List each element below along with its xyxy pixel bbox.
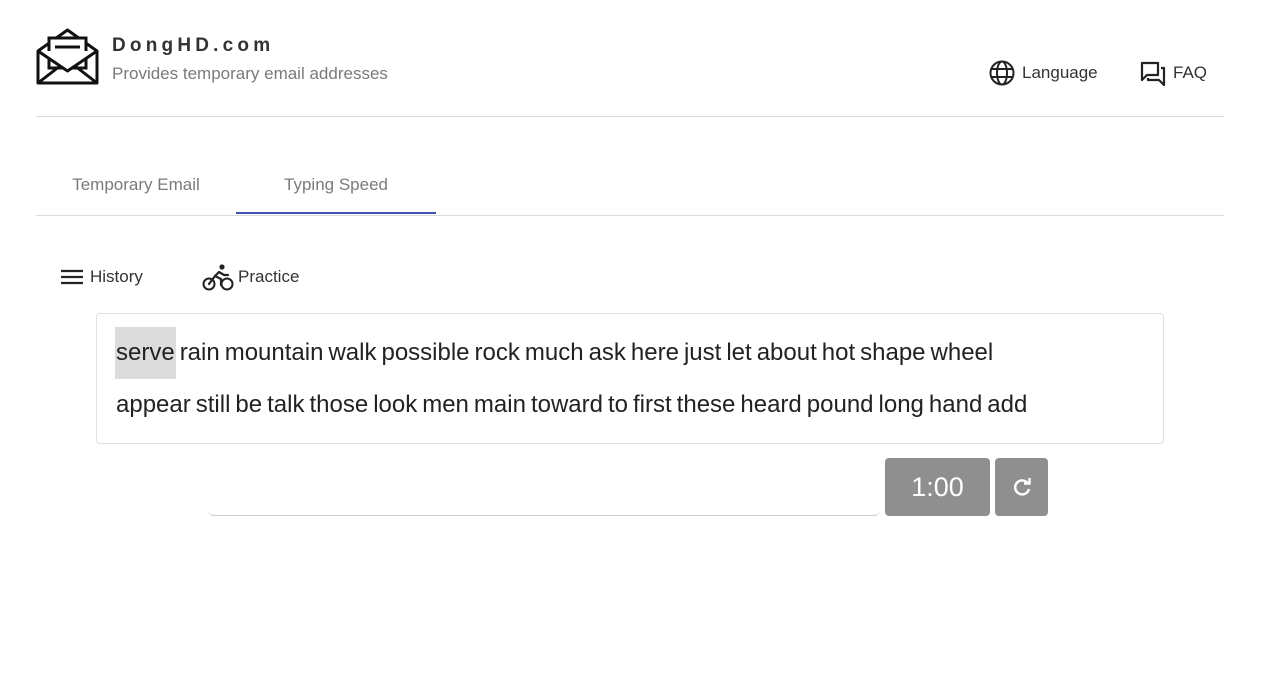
faq-button[interactable]: FAQ	[1139, 59, 1207, 87]
countdown-timer: 1:00	[885, 458, 990, 516]
practice-button[interactable]: Practice	[202, 262, 299, 292]
typing-word: much	[524, 339, 584, 366]
typing-word: shape	[860, 339, 926, 366]
typing-word: possible	[381, 339, 470, 366]
tab-temporary-email[interactable]: Temporary Email	[36, 155, 236, 215]
typing-word: these	[676, 391, 736, 418]
brand-tagline: Provides temporary email addresses	[112, 64, 388, 83]
typing-word: look	[373, 391, 418, 418]
envelope-open-icon[interactable]	[36, 27, 99, 85]
menu-icon	[61, 269, 83, 285]
language-button[interactable]: Language	[988, 59, 1098, 87]
typing-word: main	[473, 391, 526, 418]
typing-word: just	[683, 339, 722, 366]
language-label: Language	[1022, 63, 1098, 82]
typing-input[interactable]	[208, 459, 880, 516]
typing-word: to	[607, 391, 628, 418]
site-header: DongHD.com Provides temporary email addr…	[36, 0, 1224, 117]
typing-word: walk	[328, 339, 377, 366]
forum-icon	[1140, 61, 1166, 87]
reset-button[interactable]	[995, 458, 1048, 516]
typing-word: still	[195, 391, 231, 418]
practice-label: Practice	[238, 267, 300, 286]
typing-word: let	[726, 339, 752, 366]
history-button[interactable]: History	[58, 262, 143, 292]
brand-name[interactable]: DongHD.com	[112, 35, 274, 57]
typing-word: appear	[116, 391, 191, 418]
words-display: serve rain mountain walk possible rock much ask…	[96, 313, 1164, 444]
typing-word: toward	[530, 391, 603, 418]
faq-label: FAQ	[1173, 63, 1208, 82]
typing-word: ask	[588, 339, 626, 366]
tab-typing-speed[interactable]: Typing Speed	[236, 155, 436, 215]
typing-word: wheel	[930, 339, 994, 366]
typing-word: here	[630, 339, 679, 366]
typing-word: long	[878, 391, 924, 418]
typing-word: hot	[821, 339, 856, 366]
typing-word: about	[756, 339, 817, 366]
typing-word: talk	[267, 391, 305, 418]
typing-word: those	[309, 391, 369, 418]
typing-word: mountain	[224, 339, 324, 366]
refresh-icon	[1013, 478, 1031, 496]
typing-word: heard	[740, 391, 802, 418]
typing-word: men	[422, 391, 469, 418]
typing-word: serve	[115, 327, 176, 379]
typing-word: hand	[928, 391, 983, 418]
typing-word: add	[987, 391, 1028, 418]
active-tab-indicator	[236, 212, 436, 214]
word-list: serve rain mountain walk possible rock much ask…	[115, 327, 1145, 431]
history-label: History	[90, 267, 143, 286]
globe-icon	[989, 60, 1015, 86]
typing-word: rain	[179, 339, 220, 366]
main-tabs: Temporary Email Typing Speed	[36, 155, 1224, 216]
typing-word: be	[235, 391, 263, 418]
typing-word: rock	[474, 339, 520, 366]
bike-icon	[202, 264, 234, 291]
typing-word: first	[633, 391, 672, 418]
typing-word: pound	[806, 391, 874, 418]
